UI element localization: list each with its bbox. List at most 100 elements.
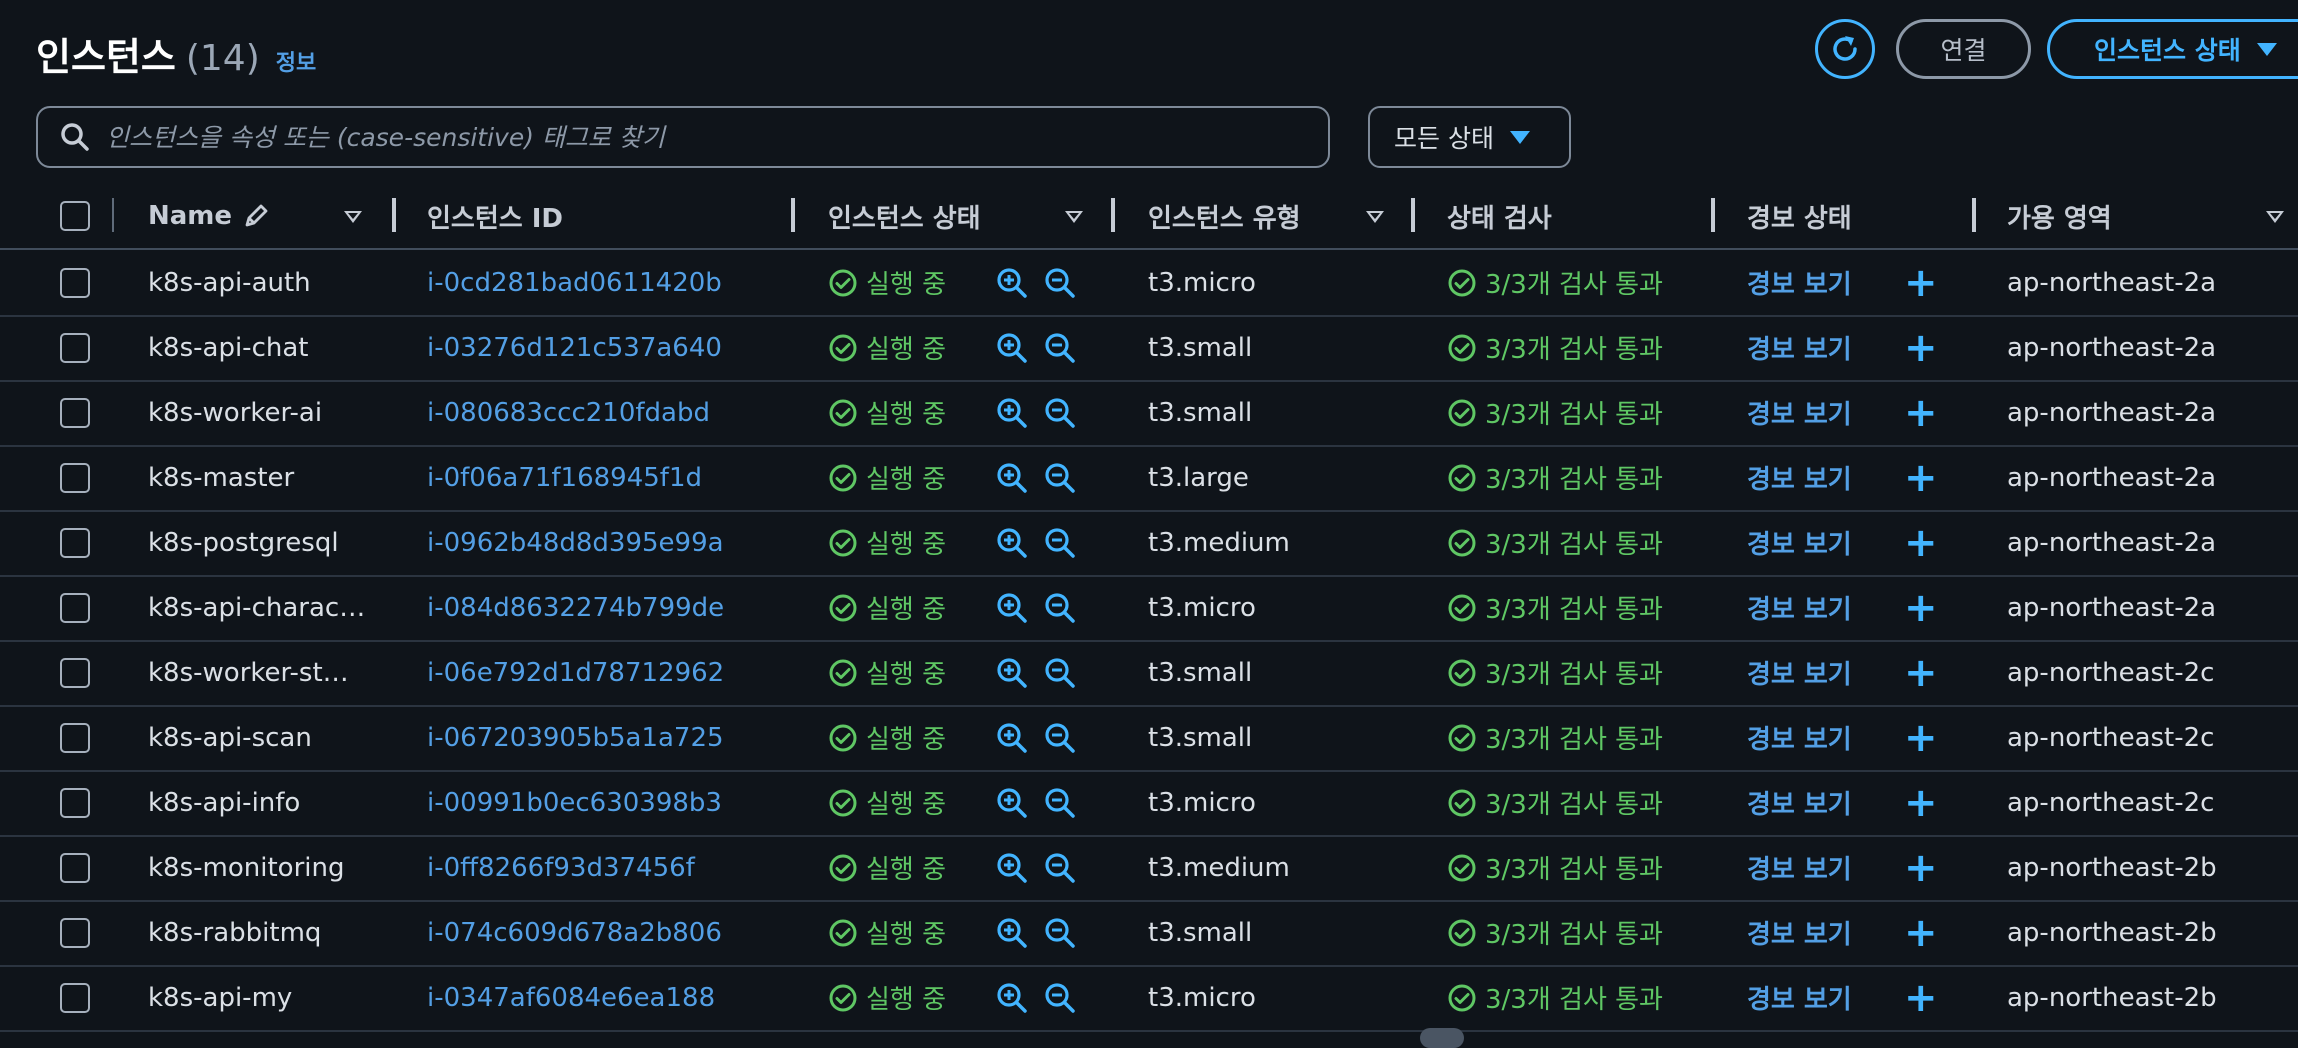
info-link[interactable]: 정보	[276, 45, 316, 77]
table-row[interactable]: k8s-worker-ai i-080683ccc210fdabd 실행 중 t3.s…	[0, 380, 2298, 447]
instance-id-link[interactable]: i-0962b48d8d395e99a	[427, 510, 724, 575]
table-row[interactable]: k8s-rabbitmq i-074c609d678a2b806 실행 중 t3.sm…	[0, 900, 2298, 967]
zoom-in-icon[interactable]	[995, 461, 1029, 495]
zoom-in-icon[interactable]	[995, 396, 1029, 430]
column-divider[interactable]	[1972, 198, 1976, 232]
zoom-out-icon[interactable]	[1043, 656, 1077, 690]
view-alarms-link[interactable]: 경보 보기	[1747, 380, 1852, 445]
zoom-out-icon[interactable]	[1043, 786, 1077, 820]
zoom-in-icon[interactable]	[995, 981, 1029, 1015]
col-header-instance-type[interactable]: 인스턴스 유형	[1148, 184, 1301, 248]
zoom-in-icon[interactable]	[995, 591, 1029, 625]
select-all-checkbox[interactable]	[60, 201, 90, 231]
table-row[interactable]: k8s-api-scan i-067203905b5a1a725 실행 중 t3.sm…	[0, 705, 2298, 772]
zoom-out-icon[interactable]	[1043, 526, 1077, 560]
column-divider[interactable]	[1711, 198, 1715, 232]
view-alarms-link[interactable]: 경보 보기	[1747, 510, 1852, 575]
row-checkbox[interactable]	[60, 397, 90, 428]
zoom-in-icon[interactable]	[995, 916, 1029, 950]
sort-caret-icon[interactable]	[2266, 211, 2284, 223]
view-alarms-link[interactable]: 경보 보기	[1747, 250, 1852, 315]
zoom-out-icon[interactable]	[1043, 331, 1077, 365]
zoom-in-icon[interactable]	[995, 266, 1029, 300]
zoom-out-icon[interactable]	[1043, 591, 1077, 625]
row-checkbox[interactable]	[60, 462, 90, 493]
zoom-out-icon[interactable]	[1043, 396, 1077, 430]
row-checkbox[interactable]	[60, 787, 90, 818]
column-divider[interactable]	[1111, 198, 1115, 232]
zoom-in-icon[interactable]	[995, 526, 1029, 560]
plus-icon[interactable]: +	[1904, 965, 1938, 1030]
col-header-status-check[interactable]: 상태 검사	[1447, 184, 1552, 248]
sort-caret-icon[interactable]	[1065, 211, 1083, 223]
scrollbar-thumb[interactable]	[1420, 1028, 1464, 1048]
col-header-instance-id[interactable]: 인스턴스 ID	[427, 184, 563, 248]
zoom-out-icon[interactable]	[1043, 981, 1077, 1015]
instance-id-link[interactable]: i-067203905b5a1a725	[427, 705, 724, 770]
instance-id-link[interactable]: i-084d8632274b799de	[427, 575, 724, 640]
view-alarms-link[interactable]: 경보 보기	[1747, 640, 1852, 705]
view-alarms-link[interactable]: 경보 보기	[1747, 770, 1852, 835]
col-header-name[interactable]: Name	[148, 184, 270, 248]
row-checkbox[interactable]	[60, 527, 90, 558]
zoom-in-icon[interactable]	[995, 656, 1029, 690]
plus-icon[interactable]: +	[1904, 705, 1938, 770]
instance-id-link[interactable]: i-0f06a71f168945f1d	[427, 445, 702, 510]
row-checkbox[interactable]	[60, 657, 90, 688]
row-checkbox[interactable]	[60, 852, 90, 883]
zoom-out-icon[interactable]	[1043, 916, 1077, 950]
col-header-availability-zone[interactable]: 가용 영역	[2007, 184, 2112, 248]
sort-caret-icon[interactable]	[1366, 211, 1384, 223]
table-row[interactable]: k8s-api-info i-00991b0ec630398b3 실행 중 t3.mi…	[0, 770, 2298, 837]
zoom-in-icon[interactable]	[995, 851, 1029, 885]
plus-icon[interactable]: +	[1904, 510, 1938, 575]
instance-id-link[interactable]: i-03276d121c537a640	[427, 315, 722, 380]
column-divider[interactable]	[392, 198, 396, 232]
view-alarms-link[interactable]: 경보 보기	[1747, 900, 1852, 965]
table-row[interactable]: k8s-api-chat i-03276d121c537a640 실행 중 t3.sm…	[0, 315, 2298, 382]
zoom-out-icon[interactable]	[1043, 461, 1077, 495]
zoom-out-icon[interactable]	[1043, 851, 1077, 885]
sort-caret-icon[interactable]	[344, 211, 362, 223]
search-input[interactable]	[104, 121, 1288, 153]
instance-id-link[interactable]: i-0ff8266f93d37456f	[427, 835, 695, 900]
table-row[interactable]: k8s-monitoring i-0ff8266f93d37456f 실행 중 t3.…	[0, 835, 2298, 902]
plus-icon[interactable]: +	[1904, 250, 1938, 315]
instance-state-button[interactable]: 인스턴스 상태	[2047, 19, 2298, 79]
row-checkbox[interactable]	[60, 267, 90, 298]
plus-icon[interactable]: +	[1904, 770, 1938, 835]
table-row[interactable]: k8s-api-auth i-0cd281bad0611420b 실행 중 t3.mi…	[0, 250, 2298, 317]
table-row[interactable]: k8s-api-my i-0347af6084e6ea188 실행 중 t3.micr…	[0, 965, 2298, 1032]
state-filter-select[interactable]: 모든 상태	[1368, 106, 1571, 168]
column-divider[interactable]	[791, 198, 795, 232]
table-row[interactable]: k8s-api-charac… i-084d8632274b799de 실행 중 t3…	[0, 575, 2298, 642]
instance-id-link[interactable]: i-0cd281bad0611420b	[427, 250, 722, 315]
row-checkbox[interactable]	[60, 982, 90, 1013]
plus-icon[interactable]: +	[1904, 445, 1938, 510]
zoom-in-icon[interactable]	[995, 331, 1029, 365]
col-header-alarm-status[interactable]: 경보 상태	[1747, 184, 1852, 248]
plus-icon[interactable]: +	[1904, 575, 1938, 640]
plus-icon[interactable]: +	[1904, 900, 1938, 965]
column-divider[interactable]	[1411, 198, 1415, 232]
view-alarms-link[interactable]: 경보 보기	[1747, 705, 1852, 770]
view-alarms-link[interactable]: 경보 보기	[1747, 965, 1852, 1030]
plus-icon[interactable]: +	[1904, 315, 1938, 380]
row-checkbox[interactable]	[60, 722, 90, 753]
plus-icon[interactable]: +	[1904, 380, 1938, 445]
instance-id-link[interactable]: i-080683ccc210fdabd	[427, 380, 710, 445]
view-alarms-link[interactable]: 경보 보기	[1747, 445, 1852, 510]
table-row[interactable]: k8s-master i-0f06a71f168945f1d 실행 중 t3.larg…	[0, 445, 2298, 512]
zoom-in-icon[interactable]	[995, 721, 1029, 755]
instance-id-link[interactable]: i-074c609d678a2b806	[427, 900, 722, 965]
instance-id-link[interactable]: i-06e792d1d78712962	[427, 640, 724, 705]
row-checkbox[interactable]	[60, 332, 90, 363]
zoom-out-icon[interactable]	[1043, 721, 1077, 755]
connect-button[interactable]: 연결	[1896, 19, 2031, 79]
instance-id-link[interactable]: i-00991b0ec630398b3	[427, 770, 722, 835]
col-header-instance-state[interactable]: 인스턴스 상태	[828, 184, 981, 248]
plus-icon[interactable]: +	[1904, 835, 1938, 900]
view-alarms-link[interactable]: 경보 보기	[1747, 575, 1852, 640]
row-checkbox[interactable]	[60, 592, 90, 623]
instance-id-link[interactable]: i-0347af6084e6ea188	[427, 965, 715, 1030]
